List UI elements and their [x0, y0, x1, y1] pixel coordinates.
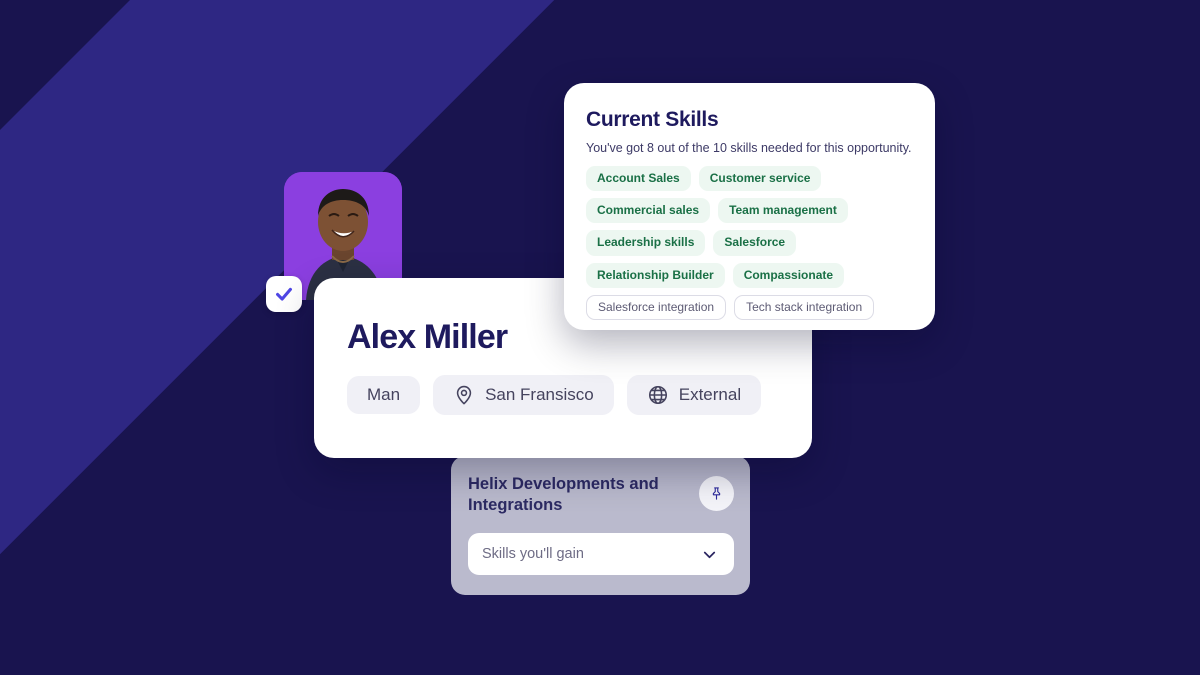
skill-chip-have[interactable]: Commercial sales — [586, 198, 711, 224]
skill-chip-have[interactable]: Account Sales — [586, 166, 691, 192]
skill-chip-missing[interactable]: Salesforce integration — [586, 294, 727, 320]
pill-external[interactable]: External — [626, 375, 762, 415]
check-icon — [276, 287, 292, 301]
skill-chip-have[interactable]: Customer service — [698, 166, 822, 192]
screenshot-stage: Helix Developments and Integrations Skil… — [0, 0, 1200, 675]
background-stripe-left — [0, 0, 57, 675]
skill-chip-have[interactable]: Salesforce — [713, 230, 797, 256]
helix-opportunity-card: Helix Developments and Integrations Skil… — [451, 456, 750, 595]
skill-chip-missing[interactable]: Tech stack integration — [734, 294, 875, 320]
skills-gain-placeholder: Skills you'll gain — [482, 546, 584, 563]
pin-icon — [712, 487, 721, 500]
skill-chip-have[interactable]: Leadership skills — [586, 230, 706, 256]
skill-chip-have[interactable]: Relationship Builder — [586, 262, 725, 288]
pill-location[interactable]: San Fransisco — [433, 375, 614, 415]
current-skills-card: Current Skills You've got 8 out of the 1… — [564, 83, 935, 330]
helix-card-header: Helix Developments and Integrations — [468, 474, 734, 516]
current-skills-title: Current Skills — [586, 108, 719, 131]
helix-card-title: Helix Developments and Integrations — [468, 475, 659, 515]
current-skills-subtitle: You've got 8 out of the 10 skills needed… — [586, 141, 912, 155]
pin-button[interactable] — [699, 476, 734, 511]
skills-chip-list: Account Sales Customer service Commercial … — [586, 166, 913, 320]
location-pin-icon — [456, 385, 472, 405]
profile-attribute-pills: Man San Fransisco External — [347, 375, 812, 415]
skills-you-will-gain-select[interactable]: Skills you'll gain — [468, 533, 734, 576]
pill-gender[interactable]: Man — [347, 376, 421, 414]
skill-chip-have[interactable]: Team management — [718, 198, 848, 224]
pill-gender-label: Man — [367, 385, 401, 404]
pill-external-label: External — [678, 385, 742, 404]
skill-chip-have[interactable]: Compassionate — [732, 262, 845, 288]
chevron-down-icon — [703, 551, 716, 558]
globe-icon — [648, 385, 667, 405]
verified-badge — [266, 276, 302, 312]
pill-location-label: San Fransisco — [485, 385, 594, 404]
